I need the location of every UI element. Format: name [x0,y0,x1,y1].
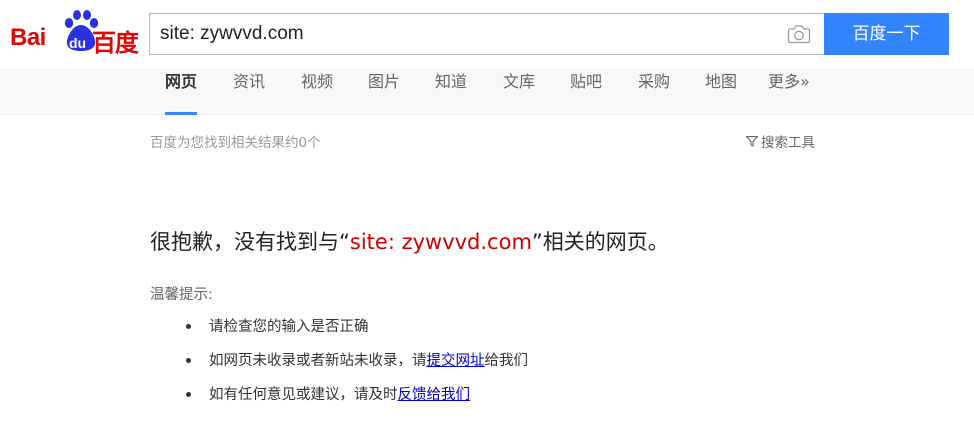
tab-images[interactable]: 图片 [368,68,400,115]
tab-web[interactable]: 网页 [165,68,198,115]
no-result-suffix: ”相关的网页。 [531,230,669,254]
no-result-prefix: 很抱歉，没有找到与“ [150,230,350,254]
search-box [149,13,825,55]
tab-news[interactable]: 资讯 [233,68,265,115]
bullet-icon [186,324,191,329]
tip-item: 如网页未收录或者新站未收录，请提交网址给我们 [186,349,528,383]
no-result-query: site: zywvvd.com [349,230,532,254]
search-button[interactable]: 百度一下 [824,13,949,55]
logo-latin: Bai [10,24,46,51]
tip-text: 请检查您的输入是否正确 [209,319,369,335]
tab-caigou[interactable]: 采购 [638,68,670,115]
tip-item: 如有任何意见或建议，请及时反馈给我们 [186,383,528,417]
feedback-link[interactable]: 反馈给我们 [398,387,471,403]
result-count: 百度为您找到相关结果约0个 [150,135,321,151]
search-tools-label: 搜索工具 [761,135,815,151]
tip-item: 请检查您的输入是否正确 [186,315,528,349]
tips-title: 温馨提示: [150,287,213,303]
tab-video[interactable]: 视频 [301,68,333,115]
tips-list: 请检查您的输入是否正确 如网页未收录或者新站未收录，请提交网址给我们 如有任何意… [186,315,528,417]
tab-zhidao[interactable]: 知道 [435,68,467,115]
search-tabs: 网页 资讯 视频 图片 知道 文库 贴吧 采购 地图 更多» [0,68,974,115]
bullet-icon [186,392,191,397]
tab-map[interactable]: 地图 [705,68,737,115]
header: Bai du 百度 百度一下 [0,0,974,68]
tab-wenku[interactable]: 文库 [503,68,535,115]
no-result-message: 很抱歉，没有找到与“site: zywvvd.com”相关的网页。 [150,226,669,256]
search-input[interactable] [160,14,760,54]
baidu-logo[interactable]: Bai du 百度 [10,8,140,57]
tip-text: 如有任何意见或建议，请及时 [209,387,398,403]
filter-icon [745,135,759,147]
tab-tieba[interactable]: 贴吧 [570,68,602,115]
logo-chinese: 百度 [92,29,139,57]
tip-text: 如网页未收录或者新站未收录，请 [209,353,427,369]
camera-icon[interactable] [787,24,811,44]
tab-more[interactable]: 更多» [768,68,810,115]
bullet-icon [186,358,191,363]
submit-url-link[interactable]: 提交网址 [427,353,485,369]
logo-du: du [69,35,87,51]
tip-text-after: 给我们 [484,353,529,369]
search-tools-button[interactable]: 搜索工具 [745,131,815,151]
